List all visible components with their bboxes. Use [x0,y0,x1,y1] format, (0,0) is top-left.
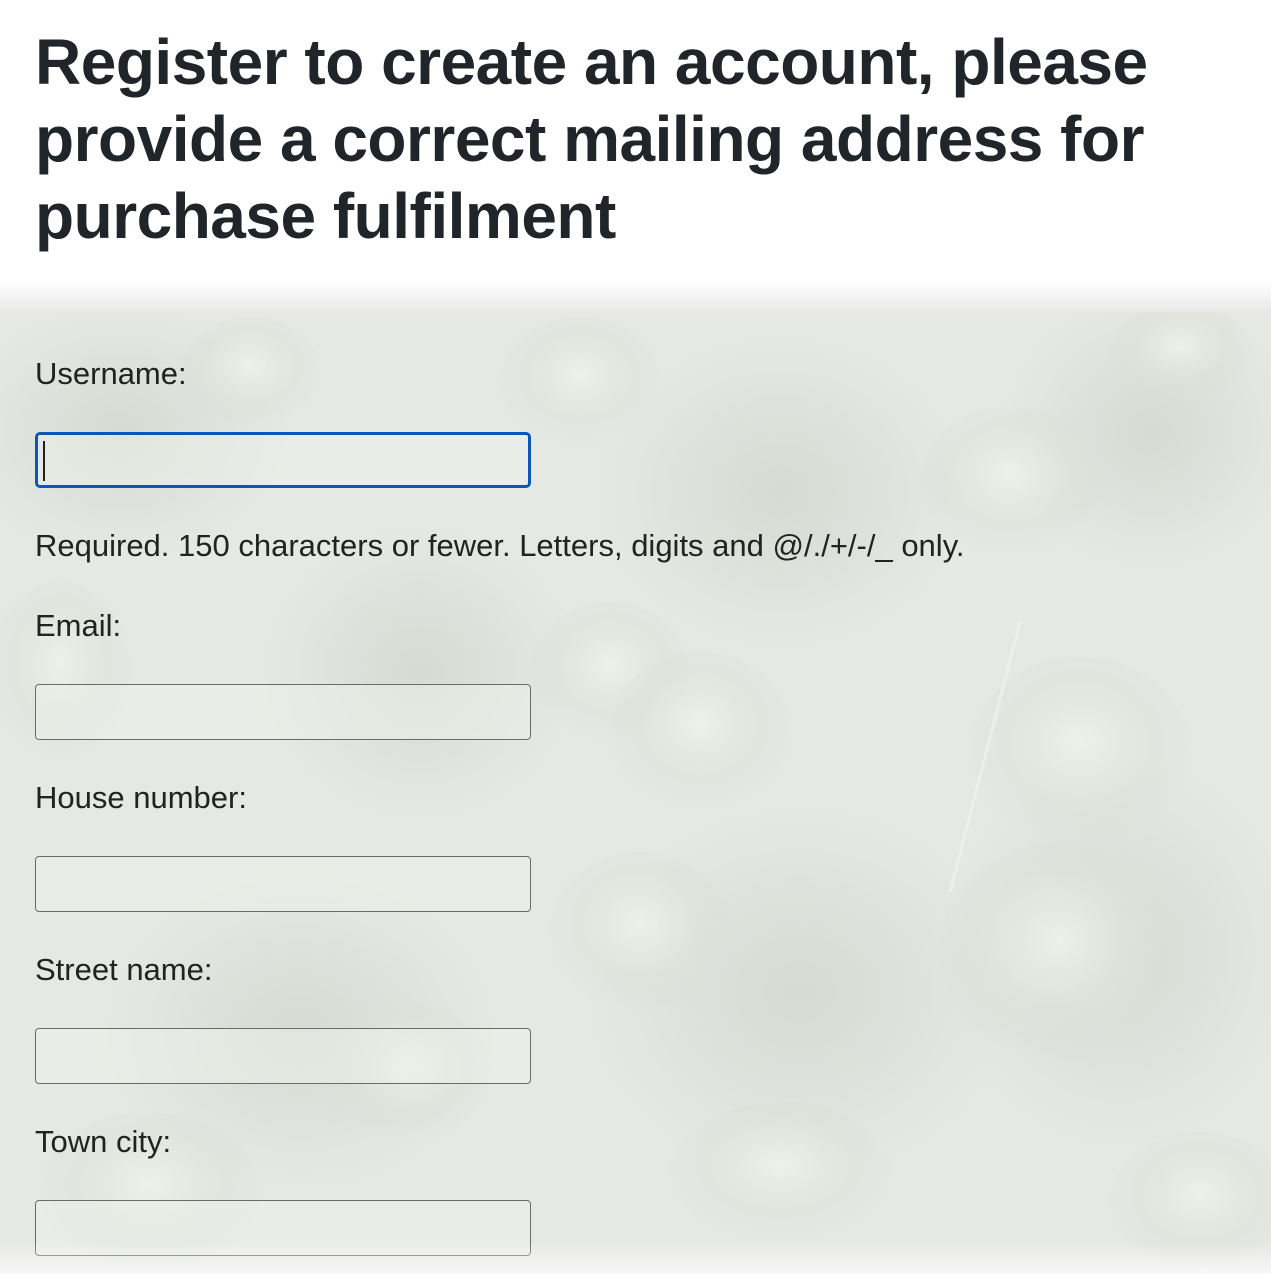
town-city-label: Town city: [35,1124,172,1159]
username-input[interactable] [35,432,531,488]
email-input[interactable] [35,684,531,740]
bottom-fade [0,1242,1271,1274]
header-shadow-divider [0,280,1271,312]
street-name-label: Street name: [35,952,213,987]
username-help-text: Required. 150 characters or fewer. Lette… [35,528,965,563]
username-label: Username: [35,356,187,391]
street-name-input[interactable] [35,1028,531,1084]
email-label: Email: [35,608,122,643]
page-title: Register to create an account, please pr… [35,26,1148,252]
page-header: Register to create an account, please pr… [0,0,1271,312]
house-number-label: House number: [35,780,247,815]
registration-form: Username: Required. 150 characters or fe… [0,312,1271,1274]
form-background-area: Username: Required. 150 characters or fe… [0,312,1271,1274]
house-number-input[interactable] [35,856,531,912]
text-caret [43,441,45,481]
